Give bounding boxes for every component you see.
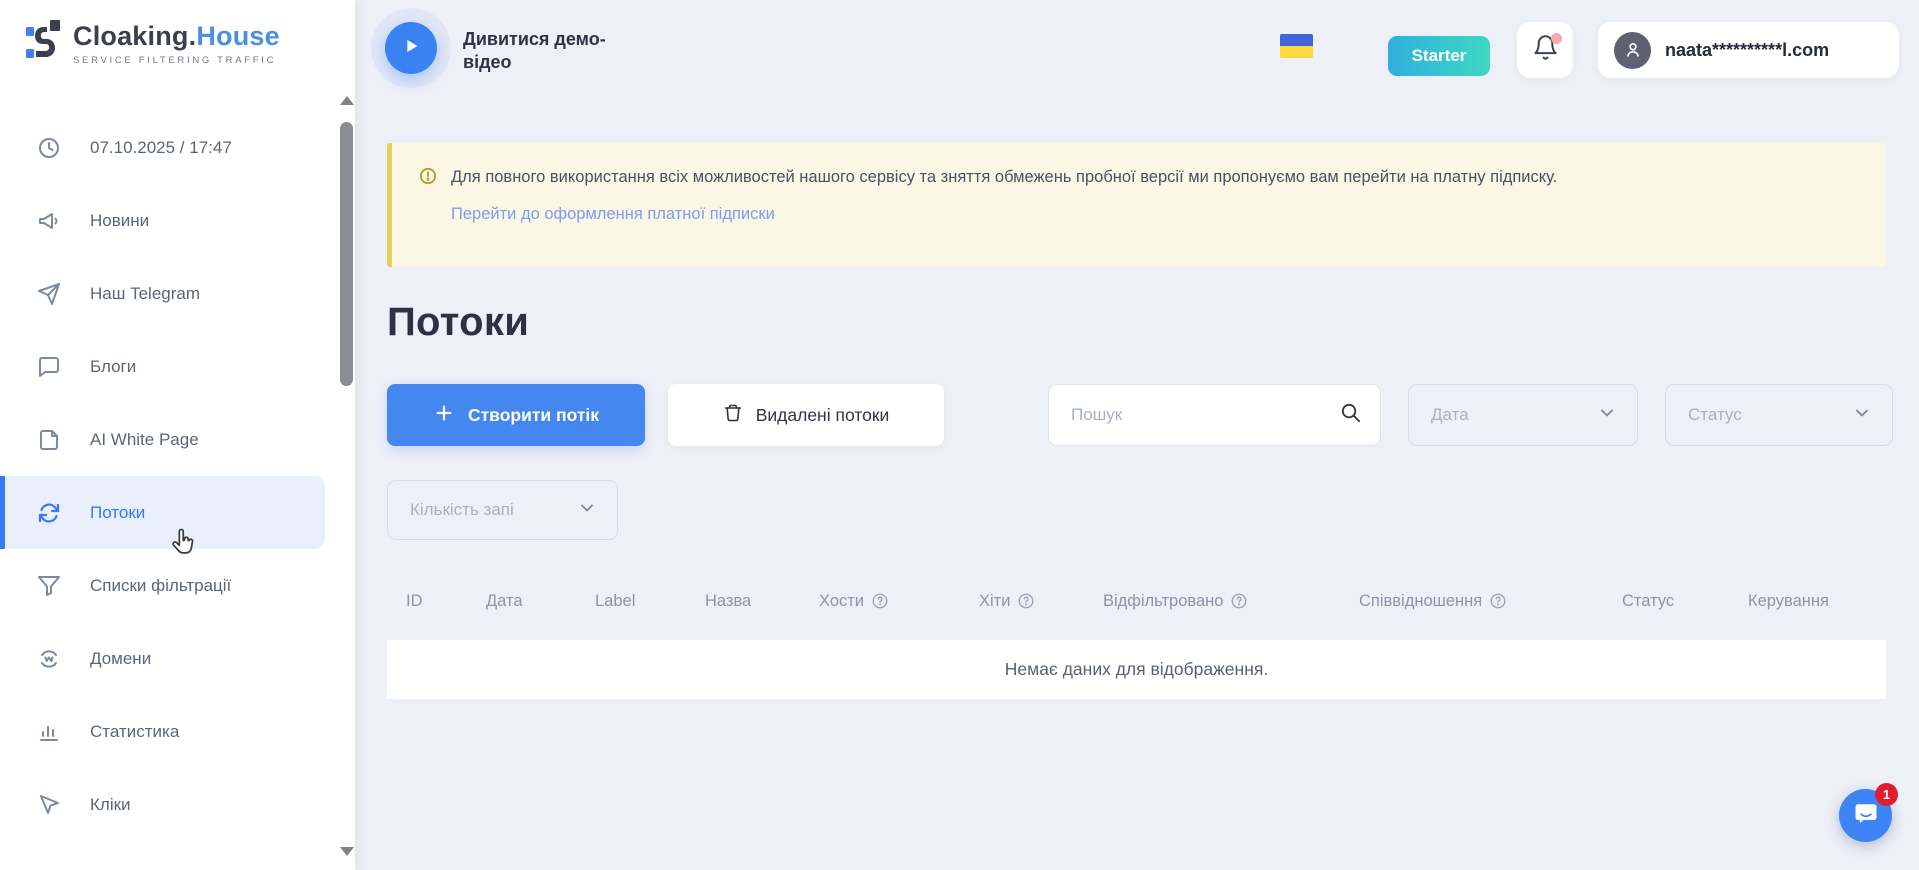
- sidebar-item-telegram[interactable]: Наш Telegram: [0, 257, 325, 330]
- status-filter-dropdown[interactable]: Статус: [1665, 384, 1893, 446]
- scroll-down-icon[interactable]: [340, 847, 354, 856]
- notification-dot: [1551, 33, 1562, 44]
- domains-icon: [37, 647, 61, 671]
- sidebar-item-filter-lists[interactable]: Списки фільтрації: [0, 549, 325, 622]
- column-header-id: ID: [406, 592, 486, 611]
- sidebar-item-ai-white-page[interactable]: AI White Page: [0, 403, 325, 476]
- notifications-button[interactable]: [1517, 22, 1573, 78]
- sidebar-item-label: 07.10.2025 / 17:47: [90, 138, 232, 158]
- play-icon: [400, 35, 422, 62]
- create-stream-button[interactable]: Створити потік: [387, 384, 645, 446]
- deleted-streams-button[interactable]: Видалені потоки: [668, 384, 944, 446]
- banner-text: Для повного використання всіх можливосте…: [451, 165, 1557, 191]
- megaphone-icon: [37, 209, 61, 233]
- demo-video-label[interactable]: Дивитися демо-відео: [463, 28, 628, 73]
- sidebar-item-label: Списки фільтрації: [90, 576, 231, 596]
- sidebar-item-statistics[interactable]: Статистика: [0, 695, 325, 768]
- scroll-up-icon[interactable]: [340, 96, 354, 105]
- plan-badge[interactable]: Starter: [1388, 36, 1490, 76]
- app-root: Cloaking.House SERVICE FILTERING TRAFFIC…: [0, 0, 1919, 870]
- stats-icon: [37, 720, 61, 744]
- plus-icon: [433, 402, 455, 429]
- sidebar-item-label: Потоки: [90, 503, 145, 523]
- clicks-icon: [37, 793, 61, 817]
- column-header-hits: Хіти: [979, 592, 1103, 611]
- sidebar-item-label: Кліки: [90, 795, 131, 815]
- telegram-icon: [37, 282, 61, 306]
- column-header-hosts: Хости: [819, 592, 979, 611]
- chat-smile-icon: [1852, 799, 1880, 832]
- date-filter-dropdown[interactable]: Дата: [1408, 384, 1638, 446]
- column-header-name: Назва: [705, 592, 819, 611]
- help-icon[interactable]: [1489, 592, 1507, 610]
- trial-warning-banner: Для повного використання всіх можливосте…: [387, 143, 1886, 267]
- sidebar: Cloaking.House SERVICE FILTERING TRAFFIC…: [0, 0, 355, 870]
- page-icon: [37, 428, 61, 452]
- trash-icon: [723, 403, 743, 428]
- column-header-actions: Керування: [1748, 592, 1829, 611]
- page-title: Потоки: [387, 300, 529, 345]
- column-header-label: Label: [595, 592, 705, 611]
- brand-name: Cloaking.House: [73, 23, 280, 50]
- column-header-date: Дата: [486, 592, 595, 611]
- help-icon[interactable]: [1230, 592, 1248, 610]
- column-header-status: Статус: [1622, 592, 1748, 611]
- brand-logo-icon: [26, 20, 60, 69]
- sidebar-item-label: AI White Page: [90, 430, 199, 450]
- help-icon[interactable]: [1017, 592, 1035, 610]
- warning-icon: [418, 166, 438, 191]
- sidebar-item-domains[interactable]: Домени: [0, 622, 325, 695]
- avatar: [1614, 32, 1651, 69]
- sidebar-item-datetime[interactable]: 07.10.2025 / 17:47: [0, 111, 325, 184]
- streams-table-header: ID Дата Label Назва Хости Хіти Відфільтр…: [387, 577, 1886, 625]
- chevron-down-icon: [1597, 403, 1617, 428]
- help-icon[interactable]: [871, 592, 889, 610]
- hand-cursor-icon: [168, 527, 198, 559]
- sidebar-item-label: Наш Telegram: [90, 284, 200, 304]
- sidebar-item-label: Новини: [90, 211, 149, 231]
- chevron-down-icon: [577, 498, 597, 523]
- language-flag-ukraine[interactable]: [1280, 34, 1313, 58]
- upgrade-subscription-link[interactable]: Перейти до оформлення платної підписки: [451, 205, 775, 224]
- sidebar-item-news[interactable]: Новини: [0, 184, 325, 257]
- brand-logo[interactable]: Cloaking.House SERVICE FILTERING TRAFFIC: [26, 20, 280, 69]
- demo-video-play-button[interactable]: [385, 22, 437, 74]
- sidebar-scrollbar[interactable]: [339, 96, 354, 856]
- sidebar-item-label: Статистика: [90, 722, 179, 742]
- sidebar-item-label: Блоги: [90, 357, 136, 377]
- sidebar-item-blogs[interactable]: Блоги: [0, 330, 325, 403]
- column-header-filtered: Відфільтровано: [1103, 592, 1359, 611]
- brand-tagline: SERVICE FILTERING TRAFFIC: [73, 56, 280, 66]
- chevron-down-icon: [1852, 403, 1872, 428]
- sidebar-item-clicks[interactable]: Кліки: [0, 768, 325, 841]
- user-account-button[interactable]: naata**********l.com: [1598, 22, 1899, 78]
- chat-unread-badge: 1: [1875, 783, 1898, 806]
- search-icon[interactable]: [1339, 401, 1362, 429]
- sidebar-item-streams[interactable]: Потоки: [0, 476, 325, 549]
- column-header-ratio: Співвідношення: [1359, 592, 1622, 611]
- search-box: [1048, 384, 1381, 446]
- table-empty-state: Немає даних для відображення.: [387, 640, 1886, 699]
- per-page-dropdown[interactable]: Кількість запі: [387, 480, 618, 540]
- chat-bubble-icon: [37, 355, 61, 379]
- sidebar-item-label: Домени: [90, 649, 151, 669]
- search-input[interactable]: [1071, 405, 1339, 425]
- sidebar-nav: 07.10.2025 / 17:47 Новини Наш Telegram Б…: [0, 111, 325, 841]
- clock-icon: [37, 136, 61, 160]
- chat-launcher-button[interactable]: 1: [1839, 789, 1892, 842]
- funnel-icon: [37, 574, 61, 598]
- sync-icon: [37, 501, 61, 525]
- user-email: naata**********l.com: [1665, 40, 1829, 61]
- scrollbar-thumb[interactable]: [340, 122, 353, 386]
